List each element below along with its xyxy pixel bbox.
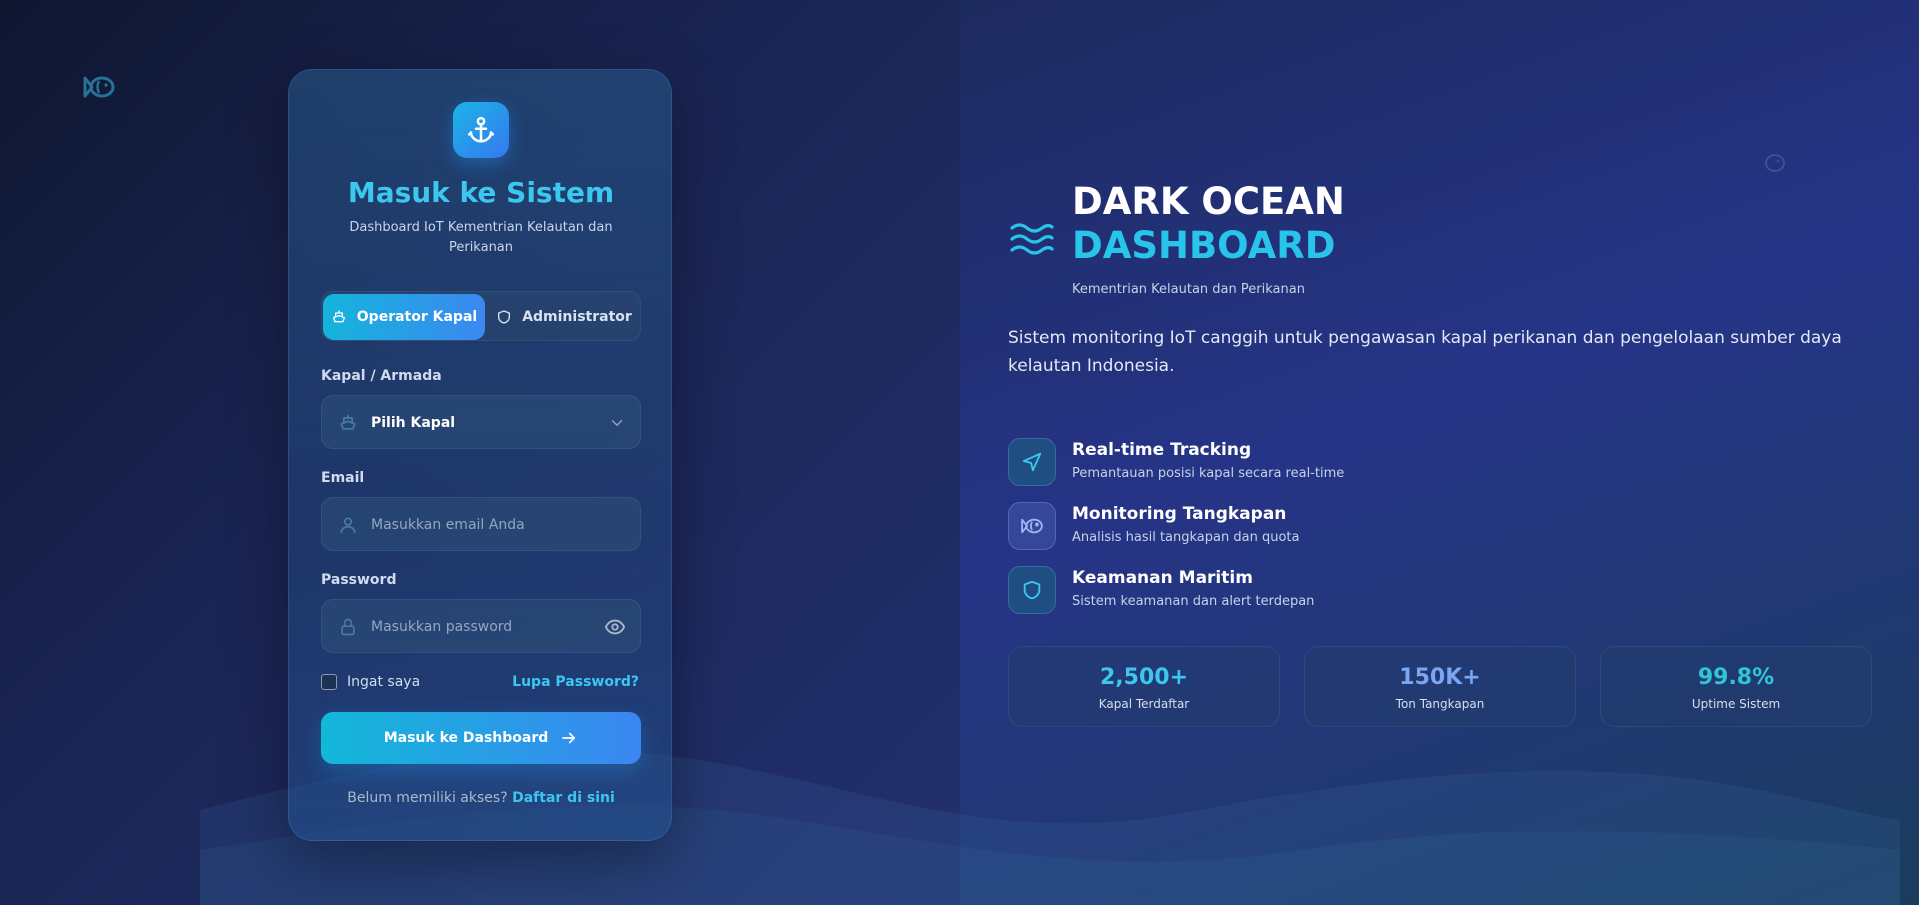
- chevron-down-icon: [611, 420, 623, 426]
- navigation-icon: [1022, 452, 1042, 472]
- fish-icon: [83, 76, 115, 98]
- register-link[interactable]: Daftar di sini: [512, 790, 615, 806]
- stat-card-kapal: 2,500+ Kapal Terdaftar: [1008, 646, 1280, 727]
- role-admin-button[interactable]: Administrator: [488, 294, 640, 340]
- app-logo: [453, 102, 509, 158]
- stat-label: Ton Tangkapan: [1395, 697, 1485, 711]
- login-submit-button[interactable]: Masuk ke Dashboard: [321, 712, 641, 764]
- ghost-fish-icon: [1765, 154, 1785, 172]
- feature-realtime-tracking: Real-time Tracking Pemantauan posisi kap…: [1008, 438, 1708, 486]
- role-toggle: Operator Kapal Administrator: [321, 291, 641, 341]
- arrow-right-icon: [562, 732, 576, 744]
- login-title: Masuk ke Sistem: [347, 176, 615, 209]
- shield-icon: [498, 310, 511, 324]
- password-field[interactable]: Masukkan password: [321, 599, 641, 653]
- role-operator-label: Operator Kapal: [356, 309, 478, 325]
- user-icon: [340, 517, 356, 534]
- remember-checkbox[interactable]: [321, 674, 337, 690]
- email-placeholder: Masukkan email Anda: [371, 517, 525, 533]
- register-text: Belum memiliki akses?: [347, 790, 508, 806]
- eye-icon[interactable]: [604, 616, 626, 638]
- ship-icon: [332, 310, 345, 323]
- feature-description: Sistem keamanan dan alert terdepan: [1072, 594, 1315, 609]
- feature-description: Analisis hasil tangkapan dan quota: [1072, 530, 1300, 545]
- password-label: Password: [321, 572, 397, 588]
- stat-value: 99.8%: [1697, 665, 1775, 690]
- role-operator-button[interactable]: Operator Kapal: [323, 294, 485, 340]
- register-prompt: Belum memiliki akses? Daftar di sini: [289, 790, 673, 806]
- feature-icon-box: [1008, 502, 1056, 550]
- email-field[interactable]: Masukkan email Anda: [321, 497, 641, 551]
- vessel-select[interactable]: Pilih Kapal: [321, 395, 641, 449]
- brand-subtitle: Kementrian Kelautan dan Perikanan: [1072, 282, 1305, 297]
- brand-title-line1: DARK OCEAN: [1072, 180, 1345, 223]
- brand-title-line2: DASHBOARD: [1072, 224, 1336, 267]
- brand-description: Sistem monitoring IoT canggih untuk peng…: [1008, 328, 1842, 376]
- anchor-icon: [467, 116, 495, 143]
- login-card: Masuk ke Sistem Dashboard IoT Kementrian…: [288, 69, 672, 841]
- login-subtitle: Dashboard IoT Kementrian Kelautan dan Pe…: [349, 220, 613, 255]
- feature-keamanan-maritim: Keamanan Maritim Sistem keamanan dan ale…: [1008, 566, 1708, 614]
- forgot-password-link[interactable]: Lupa Password?: [512, 674, 639, 690]
- stat-label: Uptime Sistem: [1691, 697, 1781, 711]
- shield-icon: [1023, 580, 1041, 600]
- stat-label: Kapal Terdaftar: [1098, 697, 1190, 711]
- password-placeholder: Masukkan password: [371, 619, 513, 635]
- email-label: Email: [321, 470, 365, 486]
- feature-icon-box: [1008, 438, 1056, 486]
- stat-value: 2,500+: [1099, 665, 1189, 690]
- remember-me[interactable]: Ingat saya: [321, 674, 420, 690]
- feature-description: Pemantauan posisi kapal secara real-time: [1072, 466, 1345, 481]
- ship-icon: [340, 414, 356, 430]
- fish-icon: [1021, 518, 1043, 534]
- feature-title: Keamanan Maritim: [1072, 568, 1253, 588]
- waves-icon: [1010, 223, 1054, 255]
- feature-title: Monitoring Tangkapan: [1072, 504, 1287, 524]
- stat-card-uptime: 99.8% Uptime Sistem: [1600, 646, 1872, 727]
- stat-card-tangkapan: 150K+ Ton Tangkapan: [1304, 646, 1576, 727]
- lock-icon: [341, 618, 355, 636]
- stat-value: 150K+: [1399, 665, 1481, 690]
- feature-title: Real-time Tracking: [1072, 440, 1252, 460]
- feature-icon-box: [1008, 566, 1056, 614]
- vessel-select-value: Pilih Kapal: [371, 415, 456, 431]
- feature-monitoring-tangkapan: Monitoring Tangkapan Analisis hasil tang…: [1008, 502, 1708, 550]
- submit-label: Masuk ke Dashboard: [383, 730, 549, 746]
- role-admin-label: Administrator: [522, 309, 632, 325]
- vessel-label: Kapal / Armada: [321, 368, 442, 384]
- remember-label: Ingat saya: [347, 674, 421, 690]
